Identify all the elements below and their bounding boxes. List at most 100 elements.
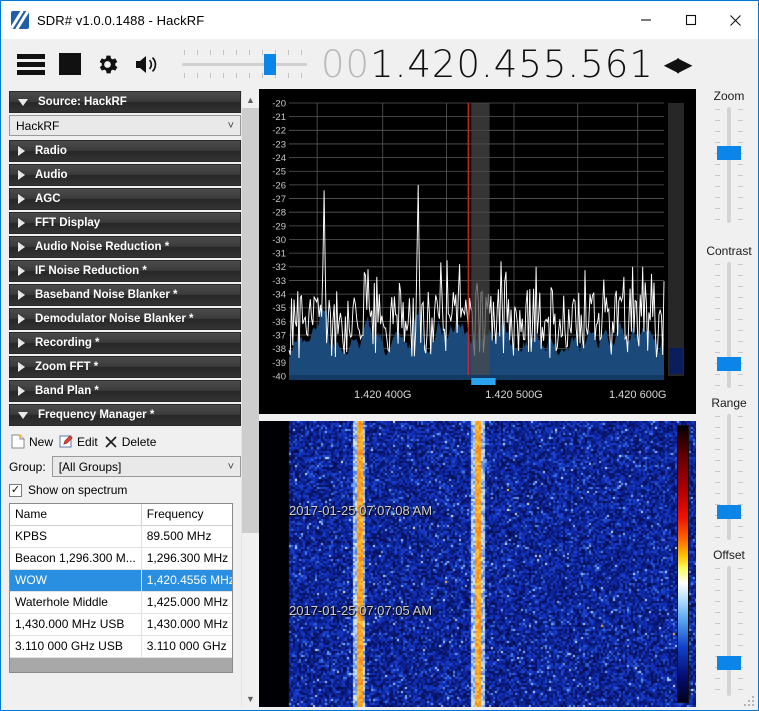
sidebar-item-agc[interactable]: AGC bbox=[9, 188, 241, 210]
sidebar-item-recording[interactable]: Recording * bbox=[9, 332, 241, 354]
sidebar-item-label: Frequency Manager * bbox=[38, 409, 154, 421]
frequency-digits[interactable]: 1.420.455.561 bbox=[370, 46, 654, 83]
new-button[interactable]: New bbox=[11, 434, 53, 449]
contrast-slider-thumb[interactable] bbox=[717, 357, 741, 371]
table-row[interactable]: Waterhole Middle 1,425.000 MHz bbox=[10, 591, 233, 613]
frequency-display[interactable]: 001.420.455.561 ◀▶ bbox=[321, 46, 691, 83]
edit-button-label: Edit bbox=[77, 435, 98, 449]
volume-slider[interactable] bbox=[182, 47, 307, 81]
left-right-arrows-icon[interactable]: ◀▶ bbox=[664, 54, 691, 74]
cell-frequency: 89.500 MHz bbox=[141, 525, 233, 547]
svg-text:-24: -24 bbox=[272, 153, 286, 164]
resize-grip-icon[interactable] bbox=[743, 695, 755, 707]
hamburger-menu-icon[interactable] bbox=[17, 51, 45, 78]
sidebar-item-if-noise-reduction[interactable]: IF Noise Reduction * bbox=[9, 260, 241, 282]
sidebar-item-audio[interactable]: Audio bbox=[9, 164, 241, 186]
table-row[interactable]: 1,430.000 MHz USB 1,430.000 MHz bbox=[10, 613, 233, 635]
sdrsharp-window: SDR# v1.0.0.1488 - HackRF bbox=[0, 0, 759, 711]
cell-name: WOW bbox=[10, 569, 141, 591]
sdrsharp-logo-icon bbox=[11, 11, 29, 29]
svg-text:-32: -32 bbox=[272, 262, 286, 273]
cell-frequency: 1,430.000 MHz bbox=[141, 613, 233, 635]
offset-slider-ticks-left bbox=[715, 568, 720, 694]
sidebar-item-fft-display[interactable]: FFT Display bbox=[9, 212, 241, 234]
frequency-leading-zeros: 00 bbox=[321, 46, 370, 83]
range-label: Range bbox=[699, 396, 759, 410]
show-on-spectrum-row[interactable]: ✓ Show on spectrum bbox=[9, 483, 241, 497]
sidebar-item-label: Band Plan * bbox=[35, 385, 99, 397]
svg-text:-25: -25 bbox=[272, 167, 286, 178]
zoom-slider-track bbox=[727, 107, 731, 223]
table-row-selected[interactable]: WOW 1,420.4556 MHz bbox=[10, 569, 233, 591]
window-controls bbox=[623, 1, 758, 39]
table-row[interactable]: KPBS 89.500 MHz bbox=[10, 525, 233, 547]
zoom-control: Zoom bbox=[699, 89, 759, 223]
offset-slider-thumb[interactable] bbox=[717, 656, 741, 670]
edit-pencil-icon bbox=[59, 434, 73, 449]
volume-slider-thumb[interactable] bbox=[264, 54, 276, 75]
show-on-spectrum-checkbox[interactable]: ✓ bbox=[9, 484, 22, 497]
sidebar-item-audio-noise-reduction[interactable]: Audio Noise Reduction * bbox=[9, 236, 241, 258]
scrollbar-thumb[interactable] bbox=[242, 108, 259, 533]
svg-text:-35: -35 bbox=[272, 303, 286, 314]
scroll-up-icon[interactable]: ▲ bbox=[242, 91, 259, 108]
sidebar-item-band-plan[interactable]: Band Plan * bbox=[9, 380, 241, 402]
delete-button[interactable]: Delete bbox=[104, 434, 157, 449]
new-button-label: New bbox=[29, 435, 53, 449]
chevron-down-icon bbox=[18, 99, 28, 106]
edit-button[interactable]: Edit bbox=[59, 434, 98, 449]
source-device-select[interactable]: HackRF ˅ bbox=[9, 115, 241, 136]
sidebar-item-frequency-manager[interactable]: Frequency Manager * bbox=[9, 404, 241, 426]
sidebar-item-label: Recording * bbox=[35, 337, 100, 349]
range-control: Range bbox=[699, 396, 759, 540]
table-row[interactable]: Beacon 1,296.300 M... 1,296.300 MHz bbox=[10, 547, 233, 569]
speaker-volume-icon[interactable] bbox=[134, 53, 160, 76]
title-bar: SDR# v1.0.0.1488 - HackRF bbox=[1, 1, 758, 39]
chevron-right-icon bbox=[18, 386, 25, 396]
column-header-frequency[interactable]: Frequency bbox=[141, 504, 233, 525]
svg-text:-20: -20 bbox=[272, 98, 286, 109]
waterfall-display[interactable]: 2017-01-25 07:07:08 AM 2017-01-25 07:07:… bbox=[259, 421, 696, 707]
offset-slider-track bbox=[727, 566, 731, 696]
sidebar-scrollbar[interactable]: ▲ ▼ bbox=[241, 91, 258, 707]
close-button[interactable] bbox=[713, 1, 758, 39]
chevron-down-icon bbox=[18, 412, 28, 419]
offset-slider[interactable] bbox=[699, 566, 759, 696]
cell-name: Beacon 1,296.300 M... bbox=[10, 547, 141, 569]
group-filter-row: Group: [All Groups] ˅ bbox=[9, 456, 241, 477]
sidebar-item-baseband-noise-blanker[interactable]: Baseband Noise Blanker * bbox=[9, 284, 241, 306]
stop-square-icon[interactable] bbox=[59, 53, 81, 75]
range-slider[interactable] bbox=[699, 414, 759, 540]
contrast-slider[interactable] bbox=[699, 262, 759, 388]
show-on-spectrum-label: Show on spectrum bbox=[28, 483, 127, 497]
sidebar-item-zoom-fft[interactable]: Zoom FFT * bbox=[9, 356, 241, 378]
group-select[interactable]: [All Groups] ˅ bbox=[52, 456, 241, 477]
svg-text:-29: -29 bbox=[272, 221, 286, 232]
chevron-right-icon bbox=[18, 362, 25, 372]
sidebar-item-radio[interactable]: Radio bbox=[9, 140, 241, 162]
range-slider-ticks-left bbox=[715, 416, 720, 538]
minimize-button[interactable] bbox=[623, 1, 668, 39]
sidebar-item-demodulator-noise-blanker[interactable]: Demodulator Noise Blanker * bbox=[9, 308, 241, 330]
svg-text:-30: -30 bbox=[272, 235, 286, 246]
svg-text:-33: -33 bbox=[272, 276, 286, 287]
svg-text:1.420 400G: 1.420 400G bbox=[354, 389, 412, 401]
gear-icon[interactable] bbox=[95, 52, 120, 77]
sidebar-item-source[interactable]: Source: HackRF bbox=[9, 91, 241, 113]
maximize-button[interactable] bbox=[668, 1, 713, 39]
column-header-name[interactable]: Name bbox=[10, 504, 141, 525]
waterfall-gradient-legend bbox=[677, 425, 689, 703]
cell-name: 1,430.000 MHz USB bbox=[10, 613, 141, 635]
svg-text:-40: -40 bbox=[272, 371, 286, 382]
frequency-table[interactable]: Name Frequency KPBS 89.500 MHz Beacon 1,… bbox=[9, 503, 233, 673]
zoom-slider[interactable] bbox=[699, 107, 759, 223]
spectrum-analyzer[interactable]: -20-21-22-23-24-25-26-27-28-29-30-31-32-… bbox=[259, 89, 696, 414]
range-slider-thumb[interactable] bbox=[717, 505, 741, 519]
chevron-right-icon bbox=[18, 338, 25, 348]
table-row[interactable]: 3.110 000 GHz USB 3.110 000 GHz bbox=[10, 635, 233, 657]
sidebar-item-label: Demodulator Noise Blanker * bbox=[35, 313, 193, 325]
zoom-slider-thumb[interactable] bbox=[717, 146, 741, 160]
svg-text:-21: -21 bbox=[272, 112, 286, 123]
scroll-down-icon[interactable]: ▼ bbox=[242, 690, 259, 707]
contrast-control: Contrast bbox=[699, 244, 759, 388]
